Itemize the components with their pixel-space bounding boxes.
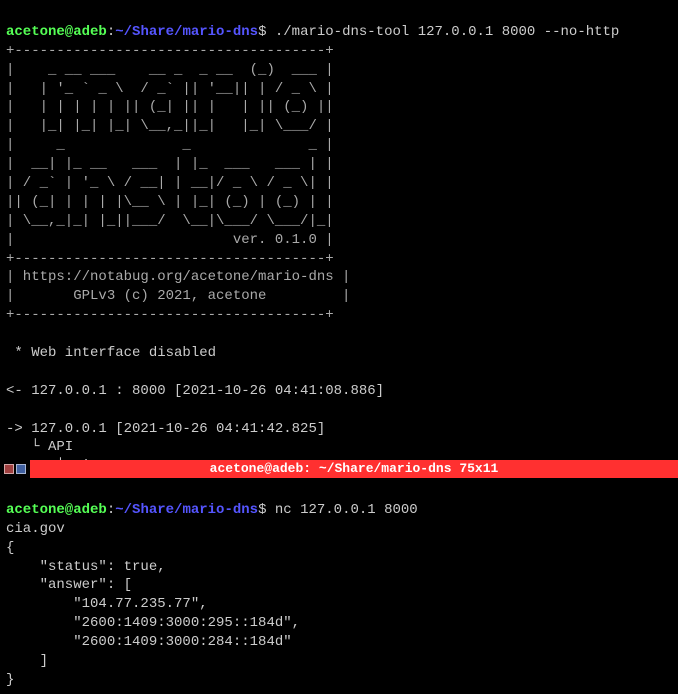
output-line: ] [6, 653, 48, 669]
prompt-path: ~/Share/mario-dns [115, 502, 258, 518]
pane-titlebar: acetone@adeb: ~/Share/mario-dns 75x11 [0, 460, 678, 478]
log-listen: <- 127.0.0.1 : 8000 [2021-10-26 04:41:08… [6, 383, 384, 399]
log-request: -> 127.0.0.1 [2021-10-26 04:41:42.825] [6, 421, 325, 437]
output-line: } [6, 672, 14, 688]
terminal-pane-top[interactable]: acetone@adeb:~/Share/mario-dns$ ./mario-… [0, 0, 678, 460]
output-line: "status": true, [6, 559, 166, 575]
titlebar-icon[interactable] [16, 464, 26, 474]
output-line: "answer": [ [6, 577, 132, 593]
titlebar-icons [0, 460, 30, 478]
titlebar-text: acetone@adeb: ~/Share/mario-dns 75x11 [30, 460, 678, 478]
log-api: └ API [6, 439, 73, 455]
output-line: "2600:1409:3000:284::184d" [6, 634, 292, 650]
msg-web-disabled: * Web interface disabled [6, 345, 216, 361]
info-license: | GPLv3 (c) 2021, acetone | [6, 288, 350, 304]
terminal-pane-bottom[interactable]: acetone@adeb:~/Share/mario-dns$ nc 127.0… [0, 478, 678, 694]
titlebar-icon[interactable] [4, 464, 14, 474]
prompt-user: acetone@adeb [6, 24, 107, 40]
prompt-user: acetone@adeb [6, 502, 107, 518]
output-line: { [6, 540, 14, 556]
output-line: "2600:1409:3000:295::184d", [6, 615, 300, 631]
command-bottom: nc 127.0.0.1 8000 [266, 502, 417, 518]
prompt-colon: : [107, 24, 115, 40]
divider: +-------------------------------------+ [6, 307, 334, 323]
info-url: | https://notabug.org/acetone/mario-dns … [6, 269, 350, 285]
prompt-colon: : [107, 502, 115, 518]
command-top: ./mario-dns-tool 127.0.0.1 8000 --no-htt… [266, 24, 619, 40]
output-line: cia.gov [6, 521, 65, 537]
ascii-banner: +-------------------------------------+ … [6, 43, 334, 267]
prompt-path: ~/Share/mario-dns [115, 24, 258, 40]
output-line: "104.77.235.77", [6, 596, 208, 612]
